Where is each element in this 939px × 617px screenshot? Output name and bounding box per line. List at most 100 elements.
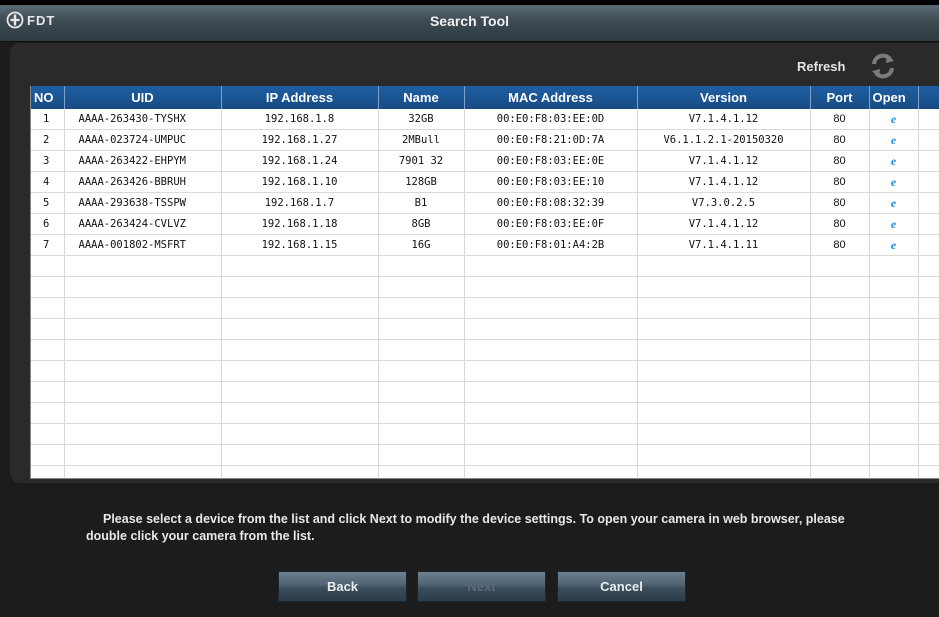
cell-ip-address: 192.168.1.8 (221, 109, 379, 130)
empty-cell (869, 276, 919, 298)
empty-cell (378, 276, 465, 298)
ie-browser-icon[interactable]: e (891, 154, 896, 169)
table-body: 1 AAAA-263430-TYSHX 192.168.1.8 32GB 00:E0:F… (31, 109, 939, 478)
cell-no: 4 (31, 171, 65, 193)
column-header-mac-address[interactable]: MAC Address (464, 86, 638, 109)
column-header-filler (918, 86, 939, 109)
empty-cell (221, 381, 379, 403)
empty-table-row (31, 402, 939, 424)
empty-table-row (31, 255, 939, 277)
empty-cell (810, 339, 870, 361)
cell-open: e (869, 109, 919, 130)
table-row[interactable]: 3 AAAA-263422-EHPYM 192.168.1.24 7901 32 00:… (31, 150, 939, 172)
empty-cell (221, 360, 379, 382)
refresh-icon (872, 53, 894, 79)
empty-cell (378, 381, 465, 403)
cell-port: 80 (810, 129, 870, 151)
ie-browser-icon[interactable]: e (891, 133, 896, 148)
empty-cell (810, 297, 870, 319)
empty-cell (869, 255, 919, 277)
ie-browser-icon[interactable]: e (891, 217, 896, 232)
cell-version: V7.1.4.1.12 (637, 109, 811, 130)
empty-cell (869, 423, 919, 445)
column-header-uid[interactable]: UID (64, 86, 222, 109)
empty-cell (918, 381, 939, 403)
cell-mac-address: 00:E0:F8:03:EE:0D (464, 109, 638, 130)
empty-cell (810, 444, 870, 466)
empty-cell (810, 381, 870, 403)
empty-cell (918, 297, 939, 319)
table-row[interactable]: 7 AAAA-001802-MSFRT 192.168.1.15 16G 00:E0:F… (31, 234, 939, 256)
cell-open: e (869, 129, 919, 151)
empty-cell (64, 318, 222, 340)
table-header-row: NO UID IP Address Name MAC Address Versi… (31, 86, 939, 109)
search-tool-window: FDT Search Tool Refresh NO UID IP Addres… (0, 0, 939, 617)
empty-cell (637, 423, 811, 445)
cell-ip-address: 192.168.1.10 (221, 171, 379, 193)
empty-cell (918, 276, 939, 298)
column-header-ip-address[interactable]: IP Address (221, 86, 379, 109)
cell-open: e (869, 234, 919, 256)
cell-name: 16G (378, 234, 465, 256)
empty-cell (918, 423, 939, 445)
cell-uid: AAAA-263426-BBRUH (64, 171, 222, 193)
cancel-button[interactable]: Cancel (557, 571, 686, 602)
cell-uid: AAAA-293638-TSSPW (64, 192, 222, 214)
cell-ip-address: 192.168.1.7 (221, 192, 379, 214)
cell-open: e (869, 171, 919, 193)
empty-cell (810, 423, 870, 445)
empty-cell (810, 360, 870, 382)
ie-browser-icon[interactable]: e (891, 238, 896, 253)
cell-no: 6 (31, 213, 65, 235)
table-row[interactable]: 6 AAAA-263424-CVLVZ 192.168.1.18 8GB 00:E0:F… (31, 213, 939, 235)
empty-cell (378, 402, 465, 424)
refresh-button[interactable] (868, 51, 898, 81)
empty-cell (31, 381, 65, 403)
column-header-no[interactable]: NO (31, 86, 65, 109)
empty-cell (64, 339, 222, 361)
cell-filler (918, 213, 939, 235)
empty-cell (464, 444, 638, 466)
empty-table-row (31, 381, 939, 403)
empty-cell (637, 339, 811, 361)
cell-version: V7.1.4.1.12 (637, 213, 811, 235)
cell-open: e (869, 213, 919, 235)
cell-uid: AAAA-001802-MSFRT (64, 234, 222, 256)
table-row[interactable]: 4 AAAA-263426-BBRUH 192.168.1.10 128GB 00:E0… (31, 171, 939, 193)
table-row[interactable]: 2 AAAA-023724-UMPUC 192.168.1.27 2MBull 00:E… (31, 129, 939, 151)
cell-port: 80 (810, 213, 870, 235)
cell-mac-address: 00:E0:F8:08:32:39 (464, 192, 638, 214)
cell-open: e (869, 192, 919, 214)
column-header-open[interactable]: Open (869, 86, 919, 109)
empty-cell (918, 444, 939, 466)
empty-cell (810, 276, 870, 298)
cell-version: V7.3.0.2.5 (637, 192, 811, 214)
empty-cell (869, 318, 919, 340)
cell-port: 80 (810, 109, 870, 130)
cell-ip-address: 192.168.1.27 (221, 129, 379, 151)
ie-browser-icon[interactable]: e (891, 175, 896, 190)
ie-browser-icon[interactable]: e (891, 196, 896, 211)
empty-cell (64, 465, 222, 478)
column-header-version[interactable]: Version (637, 86, 811, 109)
empty-cell (221, 297, 379, 319)
ie-browser-icon[interactable]: e (891, 112, 896, 127)
cell-filler (918, 129, 939, 151)
table-row[interactable]: 5 AAAA-293638-TSSPW 192.168.1.7 B1 00:E0:F8:… (31, 192, 939, 214)
empty-cell (31, 276, 65, 298)
cell-uid: AAAA-263424-CVLVZ (64, 213, 222, 235)
empty-table-row (31, 423, 939, 445)
table-row[interactable]: 1 AAAA-263430-TYSHX 192.168.1.8 32GB 00:E0:F… (31, 109, 939, 130)
empty-cell (869, 297, 919, 319)
cell-version: V7.1.4.1.12 (637, 150, 811, 172)
column-header-name[interactable]: Name (378, 86, 465, 109)
next-button[interactable]: Next (417, 571, 546, 602)
empty-cell (64, 297, 222, 319)
back-button[interactable]: Back (278, 571, 407, 602)
cell-open: e (869, 150, 919, 172)
column-header-port[interactable]: Port (810, 86, 870, 109)
device-table: NO UID IP Address Name MAC Address Versi… (30, 86, 939, 479)
empty-cell (464, 360, 638, 382)
cell-ip-address: 192.168.1.18 (221, 213, 379, 235)
empty-cell (869, 381, 919, 403)
